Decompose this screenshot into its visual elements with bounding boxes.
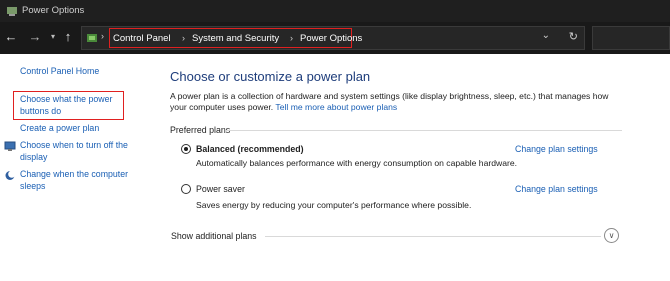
breadcrumb-control-panel[interactable]: Control Panel (113, 33, 171, 44)
plan-desc-balanced: Automatically balances performance with … (196, 158, 518, 168)
create-power-plan-link[interactable]: Create a power plan (20, 123, 99, 135)
window-title: Power Options (22, 5, 85, 16)
computer-sleeps-link[interactable]: Change when the computer sleeps (20, 169, 140, 192)
navigation-bar: ← → ▾ ↑ › Control Panel › System and Sec… (0, 22, 670, 54)
up-arrow-icon[interactable]: ↑ (60, 28, 76, 46)
address-bar[interactable]: › Control Panel › System and Security › … (81, 26, 585, 50)
preferred-plans-label: Preferred plans (170, 125, 231, 135)
main-content: Choose or customize a power plan A power… (145, 54, 670, 281)
divider (265, 236, 601, 237)
turn-off-display-link[interactable]: Choose when to turn off the display (20, 140, 140, 163)
search-input[interactable] (592, 26, 670, 50)
more-info-link[interactable]: Tell me more about power plans (275, 102, 397, 112)
breadcrumb-separator[interactable]: › (290, 33, 293, 43)
control-panel-icon (87, 34, 97, 42)
sleep-moon-icon (5, 170, 16, 180)
refresh-icon[interactable]: ↻ (569, 30, 578, 43)
change-plan-settings-balanced-link[interactable]: Change plan settings (515, 144, 598, 154)
address-dropdown-icon[interactable]: ⌄ (542, 30, 550, 41)
breadcrumb-separator[interactable]: › (182, 33, 185, 43)
display-icon (4, 141, 16, 151)
expand-chevron-icon[interactable]: ∨ (604, 228, 619, 243)
breadcrumb-system-and-security[interactable]: System and Security (192, 33, 279, 44)
address-root-separator[interactable]: › (101, 31, 104, 41)
change-plan-settings-power-saver-link[interactable]: Change plan settings (515, 184, 598, 194)
control-panel-home-link[interactable]: Control Panel Home (20, 66, 99, 78)
show-additional-plans[interactable]: Show additional plans (171, 231, 257, 241)
title-bar: Power Options (0, 0, 670, 22)
recent-locations-chevron-icon[interactable]: ▾ (45, 28, 61, 46)
balanced-radio[interactable] (181, 144, 191, 154)
plan-name-balanced[interactable]: Balanced (recommended) (196, 144, 304, 154)
power-buttons-link[interactable]: Choose what the power buttons do (20, 94, 124, 117)
plan-desc-power-saver: Saves energy by reducing your computer's… (196, 200, 472, 210)
back-arrow-icon[interactable]: ← (3, 28, 19, 46)
breadcrumb-power-options[interactable]: Power Options (300, 33, 362, 44)
description: A power plan is a collection of hardware… (170, 91, 625, 113)
left-task-pane: Control Panel Home Choose what the power… (0, 54, 145, 281)
forward-arrow-icon[interactable]: → (27, 28, 43, 46)
plan-name-power-saver[interactable]: Power saver (196, 184, 245, 194)
power-options-icon (7, 7, 17, 16)
power-saver-radio[interactable] (181, 184, 191, 194)
divider (227, 130, 622, 131)
page-title: Choose or customize a power plan (170, 69, 371, 84)
breadcrumb: Control Panel › System and Security › Po… (109, 28, 362, 48)
